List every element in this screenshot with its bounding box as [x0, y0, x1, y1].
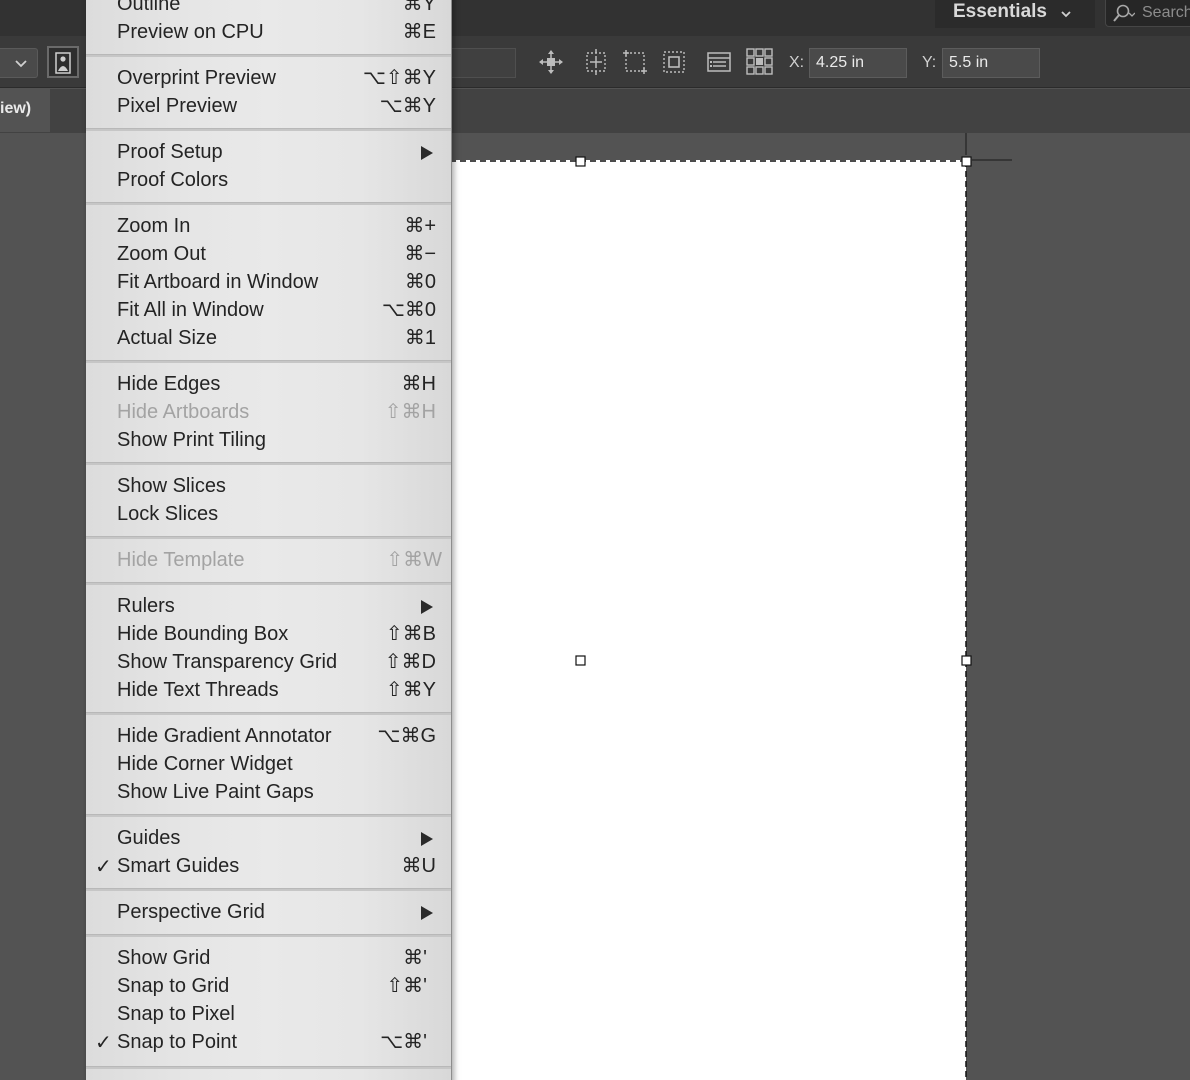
menu-item-snap-to-grid[interactable]: Snap to Grid ⇧⌘': [86, 972, 451, 1000]
menu-separator: [86, 934, 451, 937]
menu-item-hide-template: Hide Template ⇧⌘W: [117, 549, 442, 571]
menu-separator: [86, 360, 451, 363]
menu-item-show-print-tiling[interactable]: Show Print Tiling: [86, 426, 451, 454]
menu-separator: [86, 202, 451, 205]
menu-separator: [86, 536, 451, 539]
menu-item-proof-colors[interactable]: Proof Colors: [86, 166, 451, 194]
menu-item-preview-on-cpu[interactable]: Preview on CPU ⌘E: [86, 18, 451, 46]
menu-item-hide-bounding-box[interactable]: Hide Bounding Box ⇧⌘B: [86, 620, 451, 648]
menu-item-actual-size[interactable]: Actual Size ⌘1: [86, 324, 451, 352]
menu-separator: [86, 582, 451, 585]
menu-separator: [86, 54, 451, 57]
menu-item-show-transparency-grid[interactable]: Show Transparency Grid ⇧⌘D: [86, 648, 451, 676]
menu-item-smart-guides[interactable]: ✓ Smart Guides ⌘U: [86, 852, 451, 880]
menu-item-overprint-preview[interactable]: Overprint Preview ⌥⇧⌘Y: [86, 64, 451, 92]
menu-item-perspective-grid[interactable]: Perspective Grid: [86, 898, 451, 926]
menu-separator: [86, 814, 451, 817]
handle-center: [575, 655, 586, 666]
menu-item-snap-to-pixel[interactable]: Snap to Pixel: [86, 1000, 451, 1028]
menu-item-hide-text-threads[interactable]: Hide Text Threads ⇧⌘Y: [86, 676, 451, 704]
submenu-arrow-icon: [421, 600, 433, 614]
menu-item-guides[interactable]: Guides: [86, 824, 451, 852]
submenu-arrow-icon: [421, 146, 433, 160]
menu-separator: [86, 888, 451, 891]
menu-item-fit-all[interactable]: Fit All in Window ⌥⌘0: [86, 296, 451, 324]
menu-item-lock-slices[interactable]: Lock Slices: [86, 500, 451, 528]
handle-right-center: [961, 655, 972, 666]
menu-separator: [86, 1066, 451, 1069]
submenu-arrow-icon: [421, 832, 433, 846]
view-menu: Outline ⌘Y Preview on CPU ⌘E Overprint Pre…: [86, 0, 452, 1080]
menu-item-pixel-preview[interactable]: Pixel Preview ⌥⌘Y: [86, 92, 451, 120]
menu-separator: [86, 128, 451, 131]
menu-item-hide-artboards: Hide Artboards ⇧⌘H: [117, 401, 436, 423]
menu-item-hide-corner-widget[interactable]: Hide Corner Widget: [86, 750, 451, 778]
handle-top-right: [961, 156, 972, 167]
menu-item-fit-artboard[interactable]: Fit Artboard in Window ⌘0: [86, 268, 451, 296]
checkmark-icon: ✓: [95, 854, 112, 878]
menu-item-outline[interactable]: Outline ⌘Y: [86, 0, 451, 18]
menu-item-snap-to-point[interactable]: ✓ Snap to Point ⌥⌘': [86, 1028, 451, 1056]
menu-item-show-slices[interactable]: Show Slices: [86, 472, 451, 500]
submenu-arrow-icon: [421, 906, 433, 920]
menu-item-show-grid[interactable]: Show Grid ⌘': [86, 944, 451, 972]
menu-item-zoom-in[interactable]: Zoom In ⌘+: [86, 212, 451, 240]
menu-item-show-live-paint-gaps[interactable]: Show Live Paint Gaps: [86, 778, 451, 806]
menu-item-hide-edges[interactable]: Hide Edges ⌘H: [86, 370, 451, 398]
menu-item-proof-setup[interactable]: Proof Setup: [86, 138, 451, 166]
menu-item-hide-gradient-annotator[interactable]: Hide Gradient Annotator ⌥⌘G: [86, 722, 451, 750]
menu-separator: [86, 462, 451, 465]
checkmark-icon: ✓: [95, 1030, 112, 1054]
handle-top-center: [575, 156, 586, 167]
menu-item-zoom-out[interactable]: Zoom Out ⌘−: [86, 240, 451, 268]
menu-separator: [86, 712, 451, 715]
menu-item-rulers[interactable]: Rulers: [86, 592, 451, 620]
